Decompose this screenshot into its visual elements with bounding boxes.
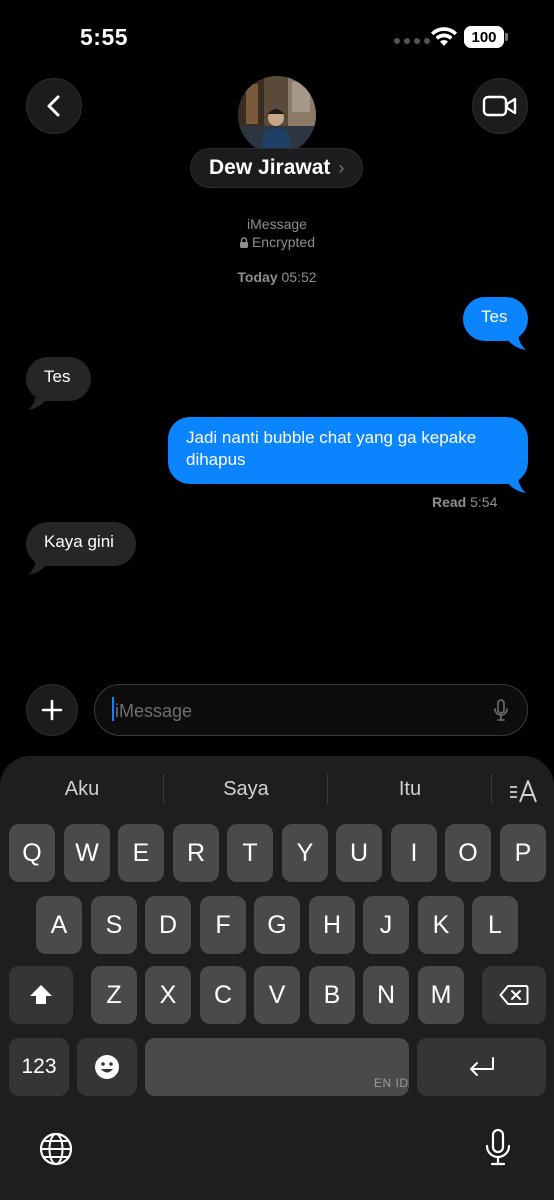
chevron-right-icon: › (338, 157, 345, 178)
space-key[interactable] (145, 1038, 409, 1096)
suggestion-2[interactable]: Saya (164, 772, 328, 806)
apps-plus-button[interactable] (26, 684, 78, 736)
timestamp-time: 05:52 (281, 269, 317, 285)
key-w[interactable]: W (64, 824, 110, 882)
key-q[interactable]: Q (9, 824, 55, 882)
key-s[interactable]: S (91, 896, 137, 954)
bubble-tail (28, 559, 46, 575)
avatar-photo (238, 76, 316, 154)
suggestion-3[interactable]: Itu (328, 772, 492, 806)
key-k[interactable]: K (418, 896, 464, 954)
key-l[interactable]: L (472, 896, 518, 954)
emoji-key[interactable] (77, 1038, 137, 1096)
bubble-tail (508, 477, 526, 493)
key-r[interactable]: R (173, 824, 219, 882)
shift-arrow-icon (30, 985, 52, 1004)
contact-name: Dew Jirawat (209, 156, 331, 179)
return-key[interactable] (417, 1038, 546, 1096)
timestamp-day: Today (237, 269, 278, 285)
key-o[interactable]: O (445, 824, 491, 882)
key-j[interactable]: J (363, 896, 409, 954)
signal-dots-icon (394, 38, 430, 44)
key-c[interactable]: C (200, 966, 246, 1024)
contact-name-button[interactable]: Dew Jirawat › (190, 148, 364, 188)
emoji-icon (95, 1055, 119, 1079)
key-a[interactable]: A (36, 896, 82, 954)
read-time: 5:54 (470, 494, 498, 510)
read-label: Read (432, 494, 467, 510)
keyboard-language-label: EN ID (374, 1076, 409, 1090)
shift-key[interactable] (9, 966, 73, 1024)
key-m[interactable]: M (418, 966, 464, 1024)
backspace-icon (499, 985, 529, 1005)
battery-indicator: 100 (464, 26, 508, 48)
delete-key[interactable] (482, 966, 546, 1024)
key-f[interactable]: F (200, 896, 246, 954)
key-z[interactable]: Z (91, 966, 137, 1024)
numbers-key[interactable]: 123 (9, 1038, 69, 1096)
key-d[interactable]: D (145, 896, 191, 954)
key-v[interactable]: V (254, 966, 300, 1024)
bubble-tail (508, 334, 526, 350)
key-y[interactable]: Y (282, 824, 328, 882)
key-p[interactable]: P (500, 824, 546, 882)
key-t[interactable]: T (227, 824, 273, 882)
chevron-left-icon (47, 95, 60, 117)
key-e[interactable]: E (118, 824, 164, 882)
read-receipt: Read 5:54 (432, 494, 497, 510)
microphone-icon[interactable] (493, 699, 509, 723)
text-cursor (112, 697, 114, 721)
message-bubble-outgoing[interactable]: Jadi nanti bubble chat yang ga kepake di… (168, 417, 528, 484)
key-b[interactable]: B (309, 966, 355, 1024)
back-button[interactable] (26, 78, 82, 134)
key-h[interactable]: H (309, 896, 355, 954)
lock-icon (239, 237, 248, 248)
text-format-icon[interactable] (508, 778, 538, 804)
message-input[interactable] (113, 685, 477, 737)
dictation-microphone-icon[interactable] (484, 1128, 512, 1168)
timestamp-header: Today 05:52 (0, 269, 554, 285)
status-time: 5:55 (80, 24, 129, 50)
suggestion-divider (491, 774, 492, 804)
key-g[interactable]: G (254, 896, 300, 954)
contact-avatar[interactable] (238, 76, 316, 154)
wifi-icon (431, 27, 457, 46)
service-label: iMessage (247, 216, 307, 232)
key-i[interactable]: I (391, 824, 437, 882)
suggestion-1[interactable]: Aku (0, 772, 164, 806)
key-n[interactable]: N (363, 966, 409, 1024)
return-arrow-icon (469, 1057, 494, 1076)
encrypted-text: Encrypted (251, 234, 316, 250)
encryption-label: Encrypted (0, 234, 554, 250)
bubble-tail (28, 394, 46, 410)
key-u[interactable]: U (336, 824, 382, 882)
plus-icon (41, 699, 63, 721)
message-input-field[interactable] (94, 684, 528, 737)
facetime-video-button[interactable] (472, 78, 528, 134)
video-camera-icon (482, 95, 517, 117)
key-x[interactable]: X (145, 966, 191, 1024)
globe-icon[interactable] (38, 1131, 74, 1167)
